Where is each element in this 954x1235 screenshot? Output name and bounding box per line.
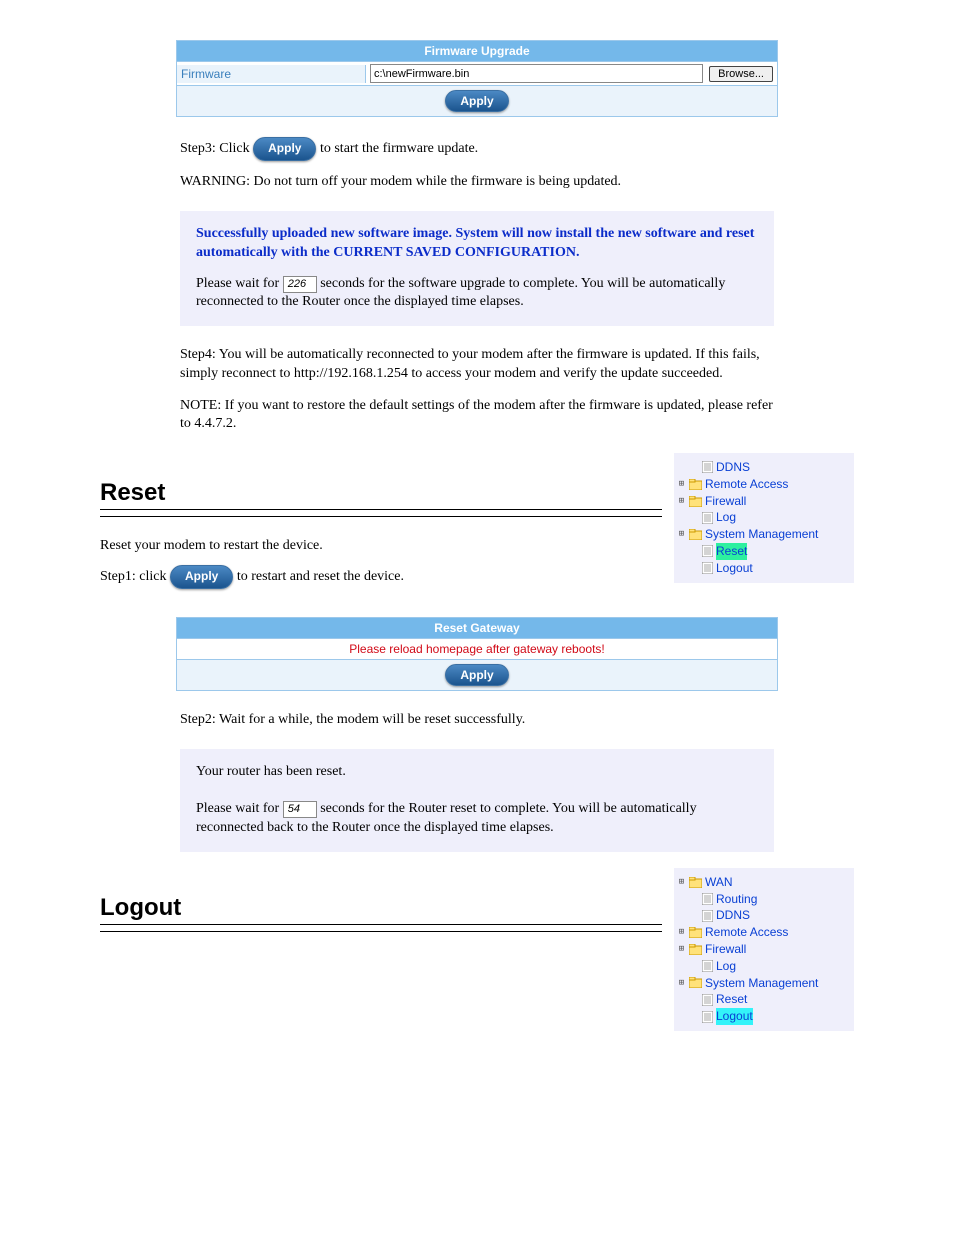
apply-button[interactable]: Apply bbox=[445, 90, 508, 112]
reset-step1: Step1: click Apply to restart and reset … bbox=[100, 565, 662, 589]
reset-wait-line: Please wait for 54 seconds for the Route… bbox=[196, 800, 758, 838]
folder-icon bbox=[689, 479, 702, 490]
apply-button-inline[interactable]: Apply bbox=[253, 137, 316, 161]
document-icon bbox=[702, 461, 713, 473]
tree-item-label: WAN bbox=[705, 874, 733, 891]
tree-item-log[interactable]: Log bbox=[676, 509, 850, 526]
tree-item-label: Reset bbox=[716, 991, 747, 1008]
apply-button-inline-reset[interactable]: Apply bbox=[170, 565, 233, 589]
tree-item-label: System Management bbox=[705, 975, 818, 992]
tree-item-label: Routing bbox=[716, 891, 757, 908]
document-icon bbox=[702, 960, 713, 972]
apply-button[interactable]: Apply bbox=[445, 664, 508, 686]
tree-item-label: Log bbox=[716, 958, 736, 975]
firmware-upgrade-panel: Firmware Upgrade Firmware Browse... Appl… bbox=[176, 40, 778, 117]
apply-row: Apply bbox=[177, 85, 777, 116]
tree-item-wan[interactable]: ⊞ WAN bbox=[676, 874, 850, 891]
tree-item-ddns[interactable]: DDNS bbox=[676, 907, 850, 924]
expand-icon[interactable]: ⊞ bbox=[676, 977, 687, 990]
upload-wait-line: Please wait for 226 seconds for the soft… bbox=[196, 275, 758, 313]
firmware-input-cell: Browse... bbox=[366, 62, 777, 85]
browse-button[interactable]: Browse... bbox=[709, 66, 773, 82]
document-icon bbox=[702, 910, 713, 922]
tree-item-label: System Management bbox=[705, 526, 818, 543]
divider bbox=[100, 931, 662, 932]
tree-item-logout[interactable]: Logout bbox=[676, 560, 850, 577]
expand-icon[interactable]: ⊞ bbox=[676, 478, 687, 491]
tree-item-logout[interactable]: Logout bbox=[676, 1008, 850, 1025]
tree-item-label: Firewall bbox=[705, 493, 746, 510]
reset-panel-msg: Please reload homepage after gateway reb… bbox=[177, 638, 777, 659]
document-icon bbox=[702, 512, 713, 524]
countdown-field: 54 bbox=[283, 801, 317, 818]
document-icon bbox=[702, 893, 713, 905]
tree-item-system-management[interactable]: ⊞ System Management bbox=[676, 975, 850, 992]
expand-icon[interactable]: ⊞ bbox=[676, 876, 687, 889]
reset-headline: Your router has been reset. bbox=[196, 763, 758, 782]
step3-post: to start the firmware update. bbox=[320, 141, 478, 156]
tree-item-label: DDNS bbox=[716, 907, 750, 924]
folder-icon bbox=[689, 927, 702, 938]
expand-icon[interactable]: ⊞ bbox=[676, 926, 687, 939]
step4-line1: Step4: You will be automatically reconne… bbox=[180, 346, 774, 382]
tree-item-remote-access[interactable]: ⊞ Remote Access bbox=[676, 476, 850, 493]
firmware-row: Firmware Browse... bbox=[177, 61, 777, 85]
tree-item-label: Remote Access bbox=[705, 924, 788, 941]
expand-icon[interactable]: ⊞ bbox=[676, 528, 687, 541]
tree-item-label: Firewall bbox=[705, 941, 746, 958]
step4-note: NOTE: If you want to restore the default… bbox=[180, 397, 774, 433]
tree-item-label: Logout bbox=[716, 1008, 753, 1025]
nav-tree-logout: ⊞WANRoutingDDNS⊞Remote Access⊞FirewallLo… bbox=[674, 868, 854, 1031]
tree-item-remote-access[interactable]: ⊞ Remote Access bbox=[676, 924, 850, 941]
step3-text: Step3: Click Apply to start the firmware… bbox=[180, 137, 774, 191]
expand-icon[interactable]: ⊞ bbox=[676, 943, 687, 956]
tree-item-label: Reset bbox=[716, 543, 747, 560]
document-icon bbox=[702, 562, 713, 574]
tree-item-label: Remote Access bbox=[705, 476, 788, 493]
reset-notice: Your router has been reset. Please wait … bbox=[180, 749, 774, 852]
apply-row: Apply bbox=[177, 659, 777, 690]
reset-desc: Reset your modem to restart the device. bbox=[100, 537, 662, 555]
nav-tree-reset: DDNS ⊞ Remote Access ⊞ FirewallLog ⊞ System Ma… bbox=[674, 453, 854, 583]
reset-heading: Reset bbox=[100, 473, 662, 510]
panel-title: Firmware Upgrade bbox=[177, 41, 777, 61]
step3-warning: WARNING: Do not turn off your modem whil… bbox=[180, 173, 774, 191]
reset-step2: Step2: Wait for a while, the modem will … bbox=[180, 711, 774, 729]
logout-heading: Logout bbox=[100, 888, 662, 925]
tree-item-ddns[interactable]: DDNS bbox=[676, 459, 850, 476]
tree-item-label: Log bbox=[716, 509, 736, 526]
tree-item-reset[interactable]: Reset bbox=[676, 991, 850, 1008]
upload-notice: Successfully uploaded new software image… bbox=[180, 211, 774, 327]
tree-item-system-management[interactable]: ⊞ System Management bbox=[676, 526, 850, 543]
step4-text: Step4: You will be automatically reconne… bbox=[180, 346, 774, 433]
tree-item-firewall[interactable]: ⊞ Firewall bbox=[676, 493, 850, 510]
folder-icon bbox=[689, 944, 702, 955]
upload-headline: Successfully uploaded new software image… bbox=[196, 225, 758, 263]
reset-gateway-panel: Reset Gateway Please reload homepage aft… bbox=[176, 617, 778, 691]
folder-icon bbox=[689, 529, 702, 540]
tree-item-label: DDNS bbox=[716, 459, 750, 476]
countdown-field: 226 bbox=[283, 276, 317, 293]
panel-title: Reset Gateway bbox=[177, 618, 777, 638]
divider bbox=[100, 516, 662, 517]
folder-icon bbox=[689, 496, 702, 507]
document-icon bbox=[702, 994, 713, 1006]
tree-item-log[interactable]: Log bbox=[676, 958, 850, 975]
document-icon bbox=[702, 545, 713, 557]
folder-icon bbox=[689, 877, 702, 888]
document-icon bbox=[702, 1011, 713, 1023]
step3-pre: Step3: Click bbox=[180, 141, 253, 156]
tree-item-reset[interactable]: Reset bbox=[676, 543, 850, 560]
expand-icon[interactable]: ⊞ bbox=[676, 495, 687, 508]
firmware-label: Firmware bbox=[177, 65, 366, 83]
folder-icon bbox=[689, 977, 702, 988]
tree-item-routing[interactable]: Routing bbox=[676, 891, 850, 908]
tree-item-firewall[interactable]: ⊞ Firewall bbox=[676, 941, 850, 958]
firmware-file-input[interactable] bbox=[370, 64, 703, 83]
tree-item-label: Logout bbox=[716, 560, 753, 577]
